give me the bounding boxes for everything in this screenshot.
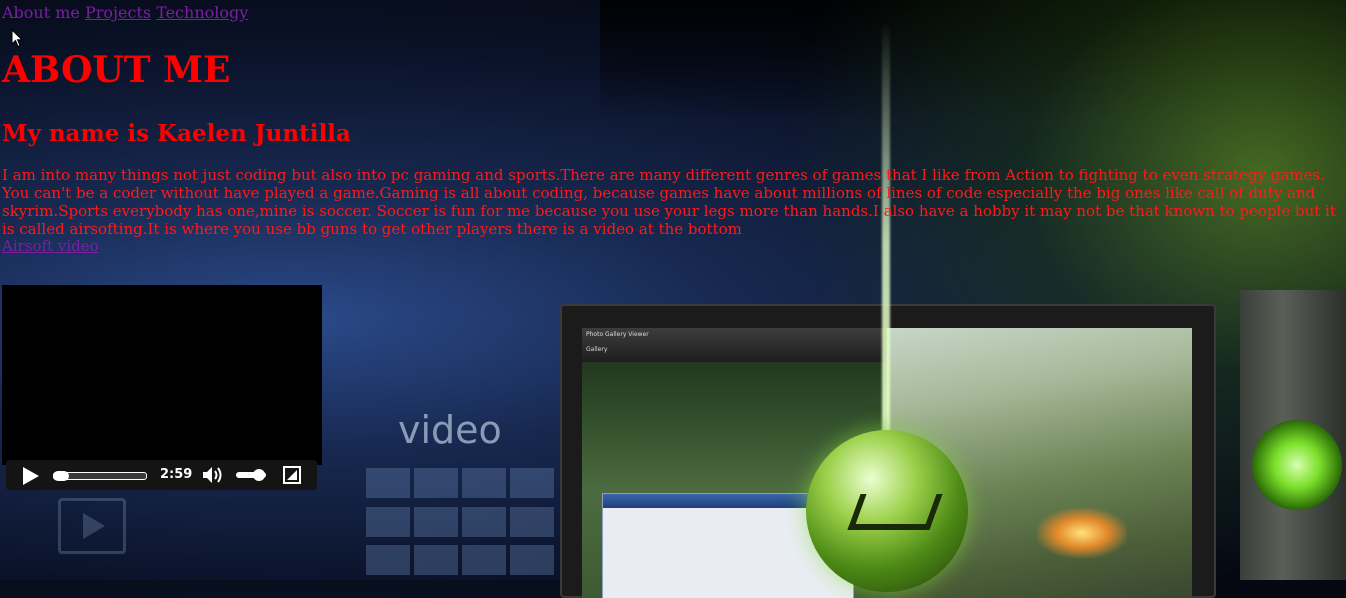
video-duration: 2:59: [160, 467, 193, 482]
background-shade: [600, 0, 1346, 120]
airsoft-video-link[interactable]: Airsoft video: [2, 237, 99, 255]
video-controls: 2:59: [6, 460, 317, 490]
volume-slider[interactable]: [236, 469, 266, 481]
background-light-beam: [882, 20, 890, 580]
volume-knob[interactable]: [252, 469, 265, 481]
background-monitor: Photo Gallery Viewer Gallery: [560, 304, 1216, 598]
background-logo-orb: [806, 430, 968, 592]
screen-title: Photo Gallery Viewer: [586, 331, 649, 338]
page-title: ABOUT ME: [2, 49, 231, 91]
fullscreen-icon[interactable]: [283, 466, 301, 484]
nav-about-me: About me: [2, 3, 80, 22]
background-tile-grid: [366, 468, 556, 580]
seek-bar[interactable]: [53, 471, 147, 481]
nav-link-technology[interactable]: Technology: [156, 3, 248, 22]
nav-link-projects[interactable]: Projects: [85, 3, 151, 22]
top-nav: About me Projects Technology: [2, 3, 248, 23]
play-icon[interactable]: [23, 467, 39, 485]
seek-knob[interactable]: [53, 471, 69, 481]
screen-gallery-label: Gallery: [586, 346, 608, 353]
volume-icon[interactable]: [202, 466, 224, 484]
name-heading: My name is Kaelen Juntilla: [2, 120, 351, 147]
background-play-icon: [58, 498, 126, 554]
mouse-cursor-icon: [11, 29, 23, 48]
bio-paragraph: I am into many things not just coding bu…: [2, 166, 1336, 238]
background-video-word: video: [398, 408, 502, 452]
background-pc-tower: [1240, 290, 1346, 580]
background-green-glow: [780, 0, 1346, 580]
video-player[interactable]: [2, 285, 322, 465]
